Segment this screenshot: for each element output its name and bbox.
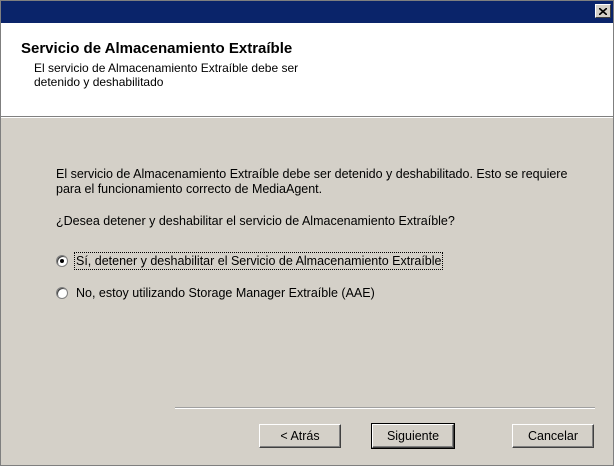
cancel-button-label: Cancelar — [527, 429, 579, 443]
next-button-label: Siguiente — [386, 429, 440, 443]
wizard-dialog: Servicio de Almacenamiento Extraíble El … — [0, 0, 614, 466]
title-bar — [1, 1, 613, 23]
wizard-header: Servicio de Almacenamiento Extraíble El … — [1, 23, 613, 117]
back-button-label: < Atrás — [280, 429, 320, 443]
option-stop-disable[interactable]: Sí, detener y deshabilitar el Servicio d… — [56, 252, 444, 270]
next-button[interactable]: Siguiente — [371, 423, 455, 449]
cancel-button[interactable]: Cancelar — [512, 424, 594, 448]
radio-button-selected[interactable] — [56, 255, 68, 267]
header-divider — [1, 117, 613, 118]
question-text: ¿Desea detener y deshabilitar el servici… — [56, 214, 455, 228]
radio-button[interactable] — [56, 287, 68, 299]
page-title: Servicio de Almacenamiento Extraíble — [21, 40, 293, 57]
option-label[interactable]: No, estoy utilizando Storage Manager Ext… — [76, 286, 375, 300]
page-subtitle: El servicio de Almacenamiento Extraíble … — [34, 61, 299, 89]
option-label[interactable]: Sí, detener y deshabilitar el Servicio d… — [73, 252, 444, 270]
description-text: El servicio de Almacenamiento Extraíble … — [56, 167, 568, 196]
back-button[interactable]: < Atrás — [259, 424, 341, 448]
button-separator-highlight — [175, 408, 595, 409]
option-use-aae[interactable]: No, estoy utilizando Storage Manager Ext… — [56, 286, 375, 300]
close-icon — [599, 7, 607, 15]
close-button[interactable] — [595, 4, 611, 18]
